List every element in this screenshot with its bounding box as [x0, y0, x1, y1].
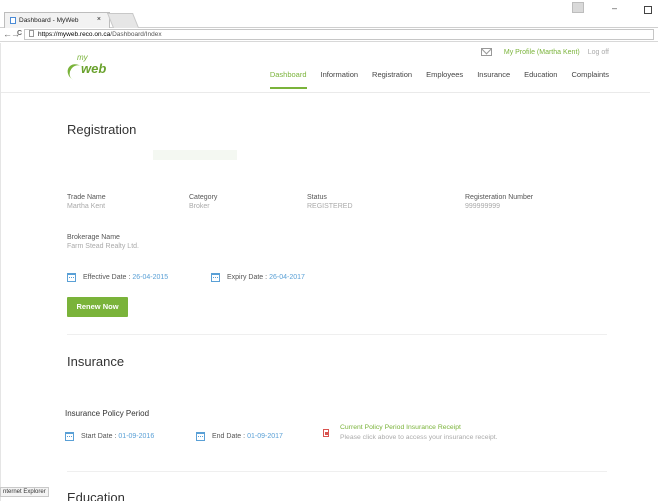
myweb-logo[interactable]: my web — [64, 51, 113, 86]
browser-tab-bar: Dashboard - MyWeb × – — [0, 0, 658, 28]
brokerage-value: Farm Stead Realty Ltd. — [67, 243, 139, 250]
maximize-button[interactable] — [644, 6, 652, 14]
expiry-date: Expiry Date : 26-04-2017 — [211, 273, 305, 282]
category-label: Category — [189, 194, 218, 201]
nav-information[interactable]: Information — [321, 70, 359, 89]
calendar-icon — [67, 273, 76, 282]
faded-placeholder-bar — [153, 150, 237, 160]
window-controls: – — [572, 2, 654, 18]
effective-date-label: Effective Date : — [83, 274, 131, 281]
nav-education[interactable]: Education — [524, 70, 557, 89]
log-off-link[interactable]: Log off — [588, 49, 609, 56]
url-host: https://myweb.reco.on.ca — [38, 31, 111, 38]
browser-tab[interactable]: Dashboard - MyWeb × — [4, 12, 110, 28]
mail-icon[interactable] — [480, 48, 492, 56]
registration-number-label: Registeration Number — [465, 194, 534, 201]
expiry-date-value: 26-04-2017 — [269, 274, 305, 281]
insurance-heading: Insurance — [67, 354, 125, 369]
registration-number-field: Registeration Number 999999999 — [465, 194, 533, 210]
user-bar: My Profile (Martha Kent) Log off — [480, 48, 609, 56]
site-header: my web My Profile (Martha Kent) Log off … — [1, 43, 651, 93]
nav-dashboard[interactable]: Dashboard — [269, 70, 307, 89]
renew-now-button[interactable]: Renew Now — [67, 297, 128, 317]
browser-address-bar: ← → C https://myweb.reco.on.ca/Dashboard… — [0, 28, 658, 42]
registration-heading: Registration — [67, 122, 137, 137]
end-date: End Date : 01-09-2017 — [196, 432, 283, 441]
trade-name-field: Trade Name Martha Kent — [67, 194, 106, 210]
status-value: REGISTERED — [307, 203, 353, 210]
nav-insurance[interactable]: Insurance — [477, 70, 510, 89]
end-date-label: End Date : — [212, 433, 246, 440]
start-date: Start Date : 01-09-2016 — [65, 432, 154, 441]
trade-name-label: Trade Name — [67, 194, 106, 201]
category-value: Broker — [189, 203, 210, 210]
tab-close-icon[interactable]: × — [97, 16, 101, 23]
calendar-icon — [65, 432, 74, 441]
user-account-icon[interactable] — [572, 2, 584, 13]
page-scrollbar[interactable] — [650, 43, 658, 501]
end-date-value: 01-09-2017 — [247, 433, 283, 440]
minimize-button[interactable]: – — [612, 3, 617, 13]
nav-registration[interactable]: Registration — [372, 70, 412, 89]
insurance-receipt-link[interactable]: Current Policy Period Insurance Receipt — [340, 424, 461, 431]
page-favicon-icon — [10, 17, 16, 24]
main-nav: Dashboard Information Registration Emplo… — [256, 70, 609, 89]
section-divider — [67, 334, 607, 335]
status-field: Status REGISTERED — [307, 194, 353, 210]
nav-complaints[interactable]: Complaints — [571, 70, 609, 89]
url-field[interactable]: https://myweb.reco.on.ca/Dashboard/Index — [24, 29, 654, 40]
reload-button[interactable]: C — [17, 30, 22, 37]
my-profile-link[interactable]: My Profile (Martha Kent) — [504, 49, 580, 56]
insurance-policy-period-heading: Insurance Policy Period — [65, 409, 150, 418]
brokerage-field: Brokerage Name Farm Stead Realty Ltd. — [67, 234, 139, 250]
start-date-label: Start Date : — [81, 433, 117, 440]
pdf-icon[interactable] — [323, 429, 329, 437]
brokerage-label: Brokerage Name — [67, 234, 120, 241]
browser-status-bar: nternet Explorer — [0, 487, 49, 497]
section-divider — [67, 471, 607, 472]
logo-web-text: web — [81, 61, 107, 76]
status-label: Status — [307, 194, 327, 201]
registration-number-value: 999999999 — [465, 203, 501, 210]
category-field: Category Broker — [189, 194, 217, 210]
insurance-receipt-note: Please click above to access your insura… — [340, 434, 498, 441]
url-path: /Dashboard/Index — [110, 31, 162, 38]
page-viewport: my web My Profile (Martha Kent) Log off … — [0, 43, 658, 501]
effective-date-value: 26-04-2015 — [132, 274, 169, 281]
education-heading: Education — [67, 490, 125, 501]
effective-date: Effective Date : 26-04-2015 — [67, 273, 168, 282]
nav-employees[interactable]: Employees — [426, 70, 463, 89]
calendar-icon — [211, 273, 220, 282]
new-tab-button[interactable] — [106, 13, 140, 28]
trade-name-value: Martha Kent — [67, 203, 106, 210]
page-info-icon[interactable] — [29, 30, 34, 37]
calendar-icon — [196, 432, 205, 441]
browser-tab-title: Dashboard - MyWeb — [19, 17, 79, 24]
expiry-date-label: Expiry Date : — [227, 274, 268, 281]
start-date-value: 01-09-2016 — [118, 433, 155, 440]
